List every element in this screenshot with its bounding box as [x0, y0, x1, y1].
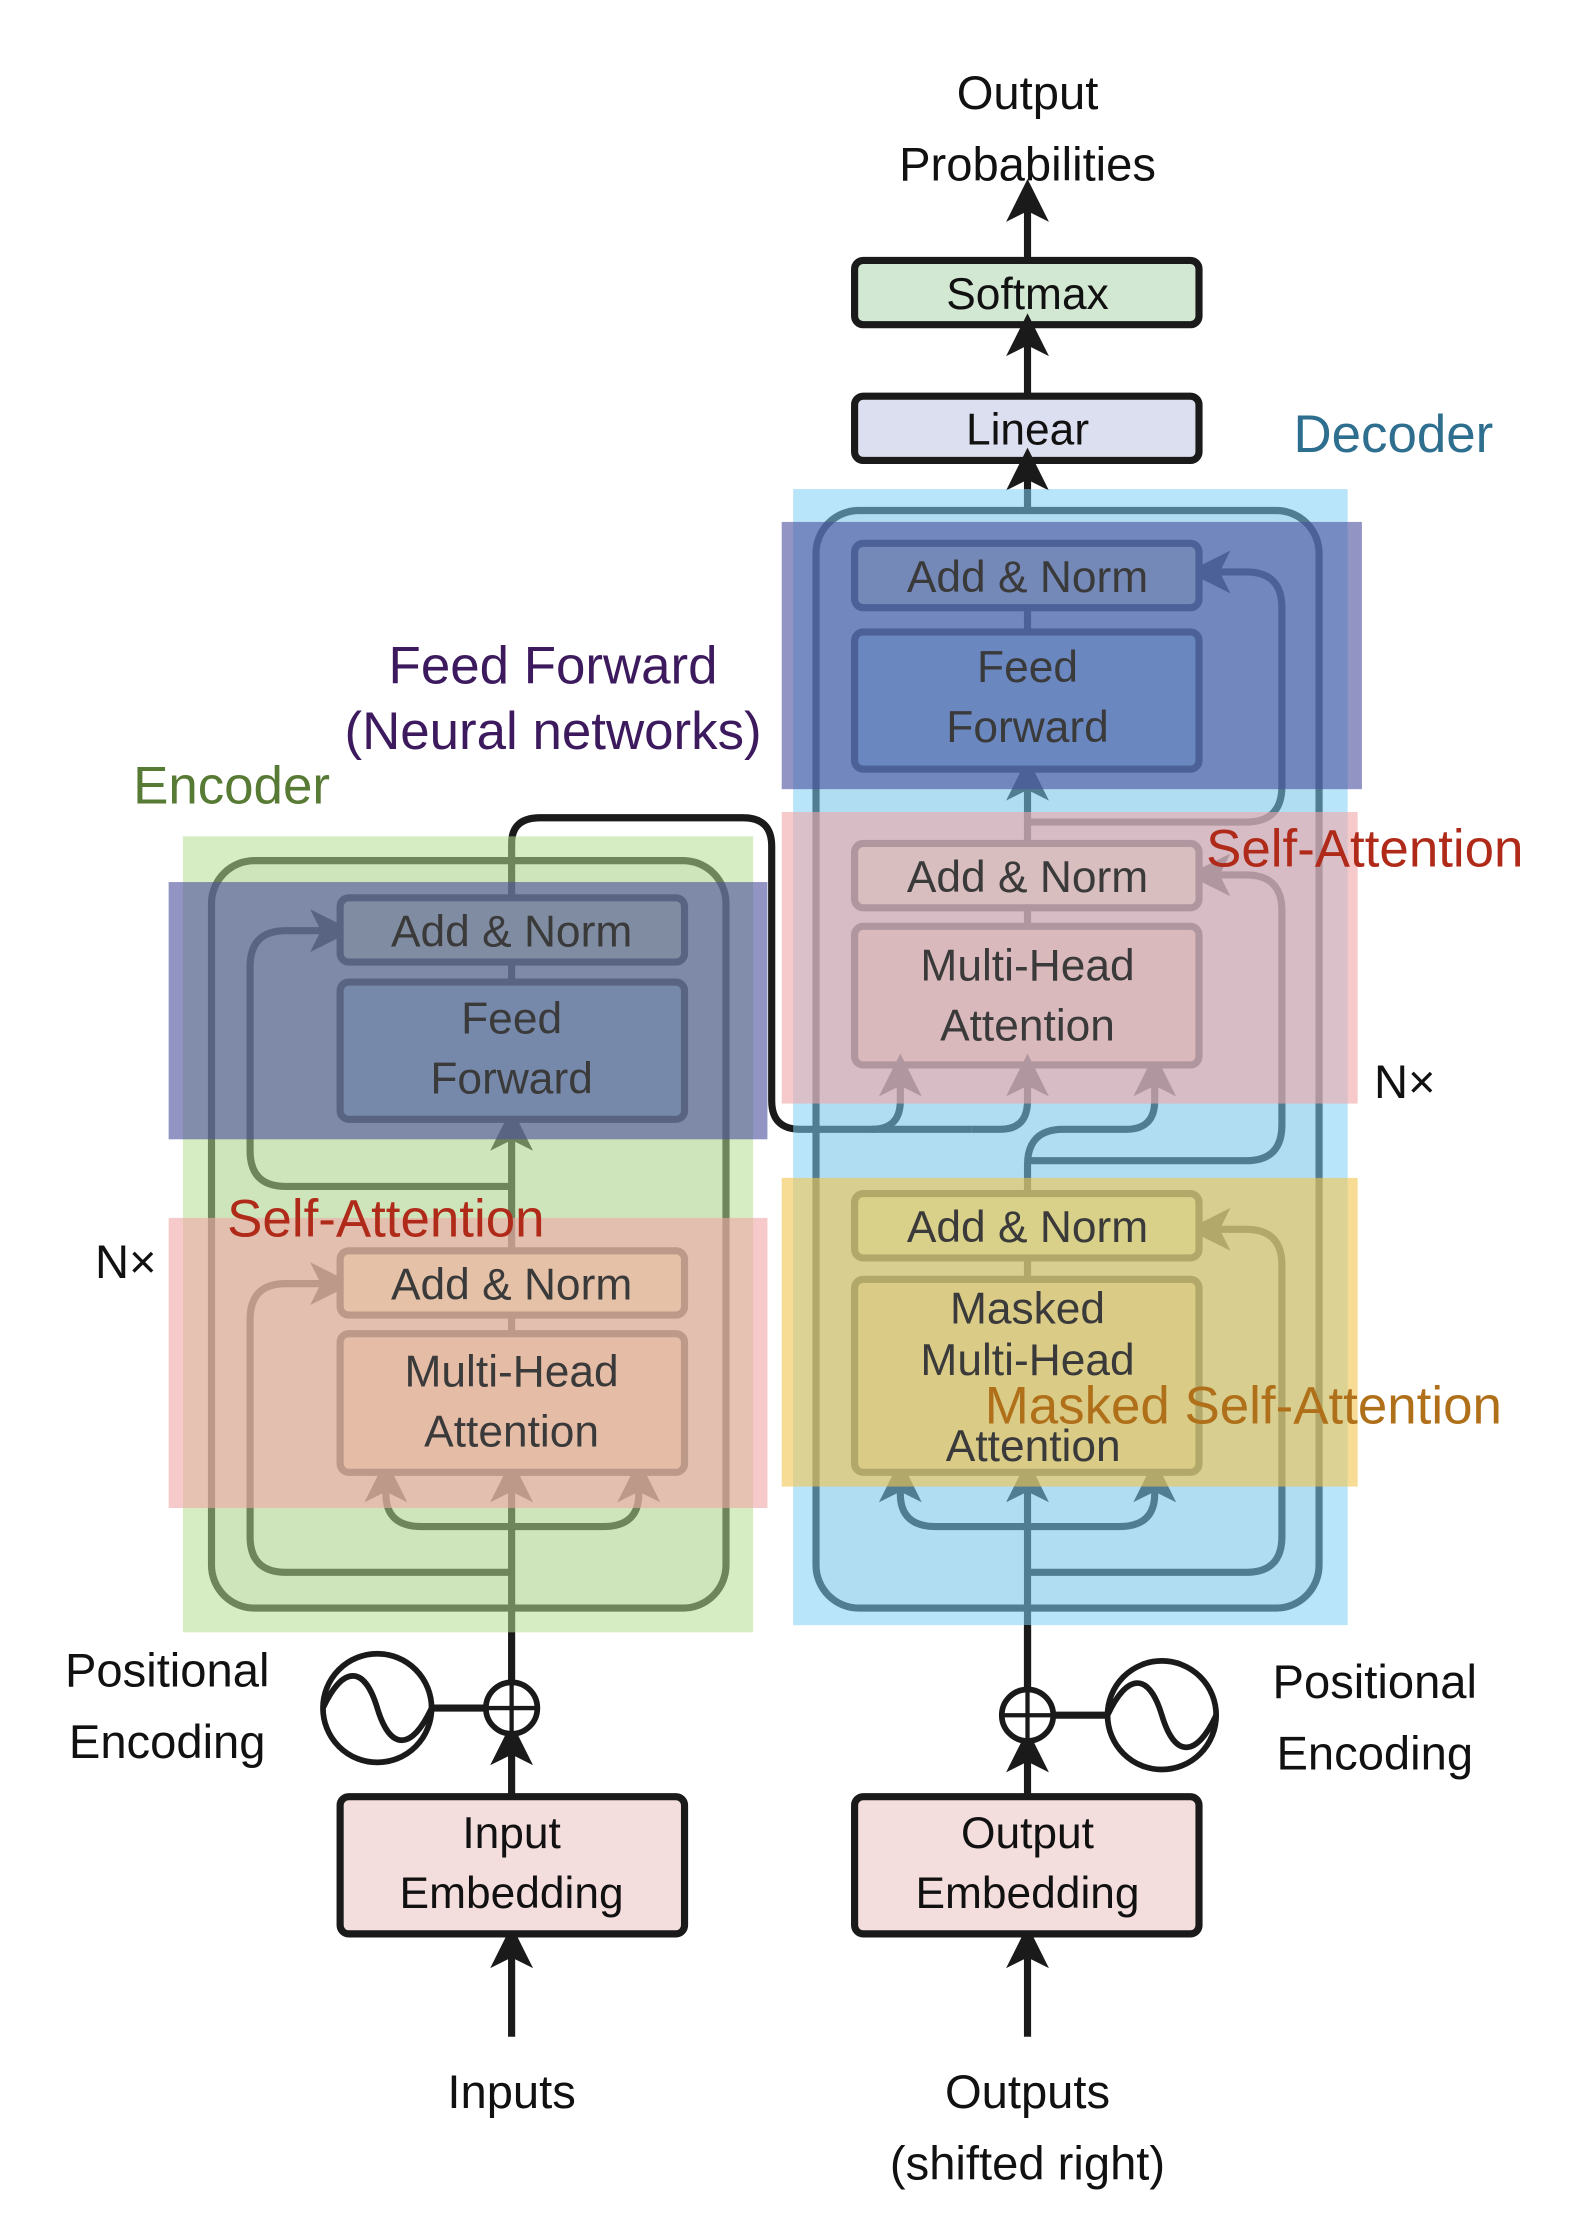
- decoder-ff-label-1: Feed: [977, 643, 1078, 692]
- encoder-self-attention-annotation: Self-Attention: [227, 1189, 544, 1248]
- decoder-add-norm-1-label: Add & Norm: [907, 1203, 1148, 1252]
- encoder-positional-label-2: Encoding: [69, 1715, 266, 1768]
- decoder-self-attention-annotation: Self-Attention: [1206, 819, 1523, 878]
- decoder-mha-label-2: Attention: [940, 1002, 1115, 1051]
- feed-forward-annotation-1: Feed Forward: [389, 636, 718, 695]
- decoder-add-norm-3-label: Add & Norm: [907, 553, 1148, 602]
- encoder-ff-label-1: Feed: [461, 995, 562, 1044]
- masked-self-attention-annotation: Masked Self-Attention: [985, 1377, 1502, 1436]
- output-probabilities-label-2: Probabilities: [899, 137, 1156, 190]
- outputs-label-1: Outputs: [945, 2065, 1110, 2118]
- decoder-ff-label-2: Forward: [946, 703, 1108, 752]
- decoder-masked-label-1: Masked: [950, 1285, 1105, 1334]
- encoder-positional-label-1: Positional: [65, 1644, 269, 1697]
- input-embedding-label-1: Input: [462, 1809, 561, 1858]
- input-embedding-label-2: Embedding: [400, 1869, 624, 1918]
- softmax-label: Softmax: [946, 270, 1108, 319]
- decoder-add-norm-2-label: Add & Norm: [907, 853, 1148, 902]
- decoder-nx-label: N×: [1374, 1055, 1436, 1108]
- decoder-mha-label-1: Multi-Head: [920, 942, 1134, 991]
- decoder-positional-label-2: Encoding: [1276, 1727, 1473, 1780]
- encoder-mha-label-1: Multi-Head: [405, 1348, 619, 1397]
- feed-forward-annotation-2: (Neural networks): [344, 702, 761, 761]
- linear-label: Linear: [966, 406, 1089, 455]
- encoder-ff-label-2: Forward: [430, 1055, 592, 1104]
- transformer-diagram: Output Probabilities Softmax Linear Mult…: [65, 66, 1523, 2190]
- output-probabilities-label-1: Output: [957, 66, 1099, 119]
- decoder-annotation: Decoder: [1293, 405, 1493, 464]
- encoder-nx-label: N×: [95, 1235, 157, 1288]
- encoder-add-norm-1-label: Add & Norm: [391, 1260, 632, 1309]
- encoder-annotation: Encoder: [133, 756, 330, 815]
- encoder-add-norm-2-label: Add & Norm: [391, 907, 632, 956]
- output-embedding-label-2: Embedding: [915, 1869, 1139, 1918]
- decoder-positional-label-1: Positional: [1273, 1655, 1477, 1708]
- output-embedding-label-1: Output: [961, 1809, 1094, 1858]
- outputs-label-2: (shifted right): [890, 2137, 1165, 2190]
- encoder-mha-label-2: Attention: [424, 1408, 599, 1457]
- inputs-label: Inputs: [447, 2065, 575, 2118]
